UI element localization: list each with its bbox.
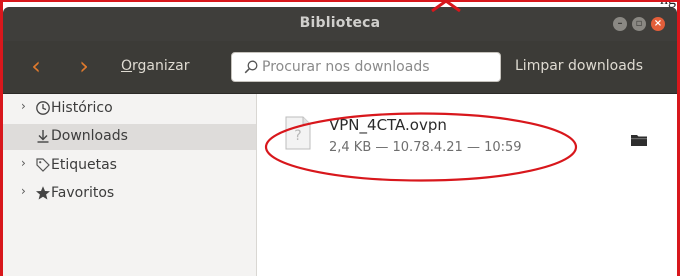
clock-icon	[36, 101, 50, 115]
sidebar-item-label: Downloads	[51, 128, 128, 144]
sidebar-item-downloads[interactable]: Downloads	[3, 124, 256, 150]
folder-icon[interactable]	[631, 134, 647, 146]
star-icon	[36, 186, 50, 200]
toolbar: ‹ › Organizar Limpar downloads	[3, 41, 677, 94]
window-title: Biblioteca	[299, 15, 381, 31]
expander-icon[interactable]: ›	[21, 99, 26, 113]
expander-icon[interactable]: ›	[21, 156, 26, 170]
sidebar-item-tags[interactable]: › Etiquetas	[3, 153, 256, 179]
organize-label: rganizar	[132, 58, 190, 74]
search-box[interactable]	[231, 52, 501, 82]
organize-accelerator: O	[121, 58, 133, 74]
clear-downloads-button[interactable]: Limpar downloads	[515, 58, 643, 74]
back-button[interactable]: ‹	[25, 53, 47, 79]
chevron-right-icon: ›	[79, 52, 89, 80]
forward-button[interactable]: ›	[73, 53, 95, 79]
maximize-button[interactable]: ▫	[632, 17, 646, 31]
sidebar-item-favorites[interactable]: › Favoritos	[3, 181, 256, 207]
download-arrow-icon	[37, 130, 49, 143]
screenshot-frame: Biblioteca – ▫ × ‹ › Organizar Limpar do…	[0, 0, 680, 276]
window-titlebar[interactable]: Biblioteca – ▫ ×	[3, 7, 677, 41]
sidebar-item-label: Histórico	[51, 100, 113, 116]
minimize-button[interactable]: –	[613, 17, 627, 31]
sidebar-item-label: Favoritos	[51, 185, 115, 201]
chevron-left-icon: ‹	[31, 52, 41, 80]
sidebar-item-label: Etiquetas	[51, 157, 117, 173]
organize-menu-button[interactable]: Organizar	[121, 58, 189, 74]
close-button[interactable]: ×	[651, 17, 665, 31]
annotation-arrow	[431, 0, 461, 12]
search-icon	[244, 60, 258, 74]
tag-icon	[36, 158, 50, 172]
annotation-ellipse	[264, 112, 578, 182]
annotation-text: ng	[660, 0, 676, 9]
sidebar: › Histórico Downloads › Etiquetas › Favo…	[3, 94, 257, 276]
search-input[interactable]	[262, 55, 494, 79]
sidebar-item-history[interactable]: › Histórico	[3, 96, 256, 122]
expander-icon[interactable]: ›	[21, 184, 26, 198]
window-controls: – ▫ ×	[613, 17, 665, 31]
